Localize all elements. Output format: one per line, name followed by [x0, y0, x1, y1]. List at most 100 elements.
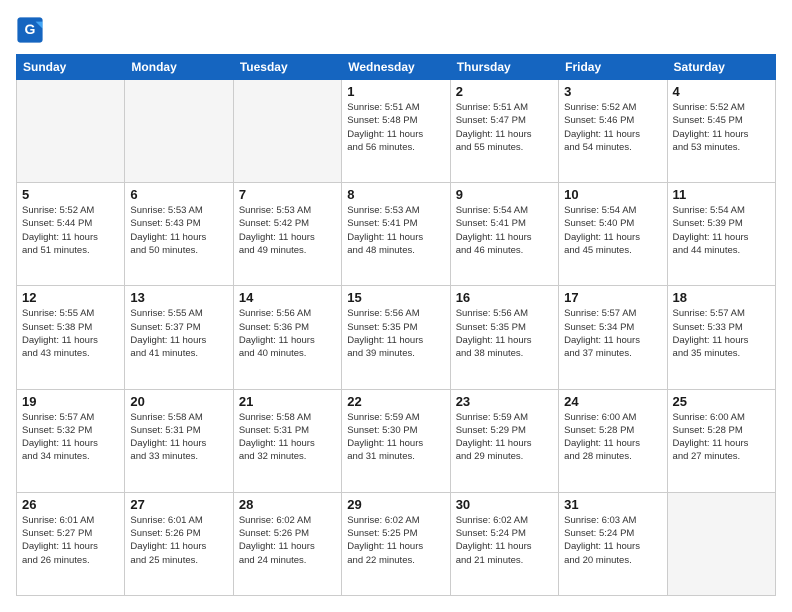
day-number: 5: [22, 187, 119, 202]
calendar-cell: [125, 80, 233, 183]
day-info: Sunrise: 5:53 AMSunset: 5:41 PMDaylight:…: [347, 204, 444, 257]
svg-text:G: G: [25, 21, 36, 37]
day-info: Sunrise: 6:01 AMSunset: 5:27 PMDaylight:…: [22, 514, 119, 567]
day-number: 23: [456, 394, 553, 409]
day-info: Sunrise: 6:00 AMSunset: 5:28 PMDaylight:…: [673, 411, 770, 464]
calendar-cell: 14 Sunrise: 5:56 AMSunset: 5:36 PMDayligh…: [233, 286, 341, 389]
calendar-cell: [17, 80, 125, 183]
calendar-cell: 27 Sunrise: 6:01 AMSunset: 5:26 PMDayligh…: [125, 492, 233, 595]
calendar-cell: 15 Sunrise: 5:56 AMSunset: 5:35 PMDayligh…: [342, 286, 450, 389]
day-number: 28: [239, 497, 336, 512]
calendar-cell: 23 Sunrise: 5:59 AMSunset: 5:29 PMDayligh…: [450, 389, 558, 492]
day-number: 8: [347, 187, 444, 202]
day-info: Sunrise: 6:03 AMSunset: 5:24 PMDaylight:…: [564, 514, 661, 567]
day-number: 9: [456, 187, 553, 202]
day-info: Sunrise: 5:57 AMSunset: 5:34 PMDaylight:…: [564, 307, 661, 360]
calendar-cell: 8 Sunrise: 5:53 AMSunset: 5:41 PMDaylight…: [342, 183, 450, 286]
day-number: 26: [22, 497, 119, 512]
calendar-cell: 2 Sunrise: 5:51 AMSunset: 5:47 PMDaylight…: [450, 80, 558, 183]
day-number: 18: [673, 290, 770, 305]
day-number: 13: [130, 290, 227, 305]
calendar-cell: 9 Sunrise: 5:54 AMSunset: 5:41 PMDaylight…: [450, 183, 558, 286]
page: G SundayMondayTuesdayWednesdayThursdayFr…: [0, 0, 792, 612]
calendar-cell: [233, 80, 341, 183]
calendar-table: SundayMondayTuesdayWednesdayThursdayFrid…: [16, 54, 776, 596]
day-info: Sunrise: 5:58 AMSunset: 5:31 PMDaylight:…: [239, 411, 336, 464]
calendar-cell: 29 Sunrise: 6:02 AMSunset: 5:25 PMDayligh…: [342, 492, 450, 595]
day-info: Sunrise: 5:52 AMSunset: 5:46 PMDaylight:…: [564, 101, 661, 154]
day-number: 25: [673, 394, 770, 409]
weekday-header-sunday: Sunday: [17, 55, 125, 80]
day-number: 2: [456, 84, 553, 99]
day-number: 12: [22, 290, 119, 305]
calendar-cell: 12 Sunrise: 5:55 AMSunset: 5:38 PMDayligh…: [17, 286, 125, 389]
week-row-2: 5 Sunrise: 5:52 AMSunset: 5:44 PMDaylight…: [17, 183, 776, 286]
day-info: Sunrise: 6:00 AMSunset: 5:28 PMDaylight:…: [564, 411, 661, 464]
day-info: Sunrise: 5:51 AMSunset: 5:48 PMDaylight:…: [347, 101, 444, 154]
day-number: 10: [564, 187, 661, 202]
calendar-cell: 11Sunrise: 5:54 AMSunset: 5:39 PMDayligh…: [667, 183, 775, 286]
day-info: Sunrise: 5:53 AMSunset: 5:42 PMDaylight:…: [239, 204, 336, 257]
day-info: Sunrise: 5:54 AMSunset: 5:41 PMDaylight:…: [456, 204, 553, 257]
day-number: 21: [239, 394, 336, 409]
day-number: 16: [456, 290, 553, 305]
day-number: 27: [130, 497, 227, 512]
day-number: 22: [347, 394, 444, 409]
calendar-cell: 24 Sunrise: 6:00 AMSunset: 5:28 PMDayligh…: [559, 389, 667, 492]
weekday-header-friday: Friday: [559, 55, 667, 80]
calendar-cell: 6Sunrise: 5:53 AMSunset: 5:43 PMDaylight…: [125, 183, 233, 286]
weekday-header-saturday: Saturday: [667, 55, 775, 80]
calendar-cell: 21 Sunrise: 5:58 AMSunset: 5:31 PMDayligh…: [233, 389, 341, 492]
day-info: Sunrise: 5:59 AMSunset: 5:30 PMDaylight:…: [347, 411, 444, 464]
day-number: 15: [347, 290, 444, 305]
calendar-cell: [667, 492, 775, 595]
weekday-header-wednesday: Wednesday: [342, 55, 450, 80]
day-info: Sunrise: 6:02 AMSunset: 5:24 PMDaylight:…: [456, 514, 553, 567]
calendar-cell: 13 Sunrise: 5:55 AMSunset: 5:37 PMDayligh…: [125, 286, 233, 389]
week-row-3: 12 Sunrise: 5:55 AMSunset: 5:38 PMDayligh…: [17, 286, 776, 389]
day-number: 17: [564, 290, 661, 305]
day-number: 24: [564, 394, 661, 409]
day-number: 4: [673, 84, 770, 99]
day-number: 31: [564, 497, 661, 512]
logo-icon: G: [16, 16, 44, 44]
day-info: Sunrise: 5:56 AMSunset: 5:35 PMDaylight:…: [347, 307, 444, 360]
day-number: 19: [22, 394, 119, 409]
week-row-5: 26 Sunrise: 6:01 AMSunset: 5:27 PMDayligh…: [17, 492, 776, 595]
calendar-cell: 22 Sunrise: 5:59 AMSunset: 5:30 PMDayligh…: [342, 389, 450, 492]
day-info: Sunrise: 5:56 AMSunset: 5:36 PMDaylight:…: [239, 307, 336, 360]
day-number: 7: [239, 187, 336, 202]
day-info: Sunrise: 6:02 AMSunset: 5:26 PMDaylight:…: [239, 514, 336, 567]
day-info: Sunrise: 6:02 AMSunset: 5:25 PMDaylight:…: [347, 514, 444, 567]
logo: G: [16, 16, 48, 44]
day-info: Sunrise: 5:57 AMSunset: 5:32 PMDaylight:…: [22, 411, 119, 464]
calendar-cell: 17 Sunrise: 5:57 AMSunset: 5:34 PMDayligh…: [559, 286, 667, 389]
day-info: Sunrise: 6:01 AMSunset: 5:26 PMDaylight:…: [130, 514, 227, 567]
day-info: Sunrise: 5:51 AMSunset: 5:47 PMDaylight:…: [456, 101, 553, 154]
day-info: Sunrise: 5:52 AMSunset: 5:45 PMDaylight:…: [673, 101, 770, 154]
day-info: Sunrise: 5:59 AMSunset: 5:29 PMDaylight:…: [456, 411, 553, 464]
calendar-cell: 26 Sunrise: 6:01 AMSunset: 5:27 PMDayligh…: [17, 492, 125, 595]
day-number: 14: [239, 290, 336, 305]
day-info: Sunrise: 5:55 AMSunset: 5:37 PMDaylight:…: [130, 307, 227, 360]
calendar-cell: 19 Sunrise: 5:57 AMSunset: 5:32 PMDayligh…: [17, 389, 125, 492]
day-info: Sunrise: 5:53 AMSunset: 5:43 PMDaylight:…: [130, 204, 227, 257]
day-number: 20: [130, 394, 227, 409]
weekday-header-row: SundayMondayTuesdayWednesdayThursdayFrid…: [17, 55, 776, 80]
day-info: Sunrise: 5:55 AMSunset: 5:38 PMDaylight:…: [22, 307, 119, 360]
calendar-cell: 7 Sunrise: 5:53 AMSunset: 5:42 PMDaylight…: [233, 183, 341, 286]
day-info: Sunrise: 5:52 AMSunset: 5:44 PMDaylight:…: [22, 204, 119, 257]
day-info: Sunrise: 5:54 AMSunset: 5:39 PMDaylight:…: [673, 204, 770, 257]
calendar-cell: 1Sunrise: 5:51 AMSunset: 5:48 PMDaylight…: [342, 80, 450, 183]
day-number: 29: [347, 497, 444, 512]
calendar-cell: 30Sunrise: 6:02 AMSunset: 5:24 PMDayligh…: [450, 492, 558, 595]
calendar-cell: 4 Sunrise: 5:52 AMSunset: 5:45 PMDaylight…: [667, 80, 775, 183]
weekday-header-monday: Monday: [125, 55, 233, 80]
day-number: 3: [564, 84, 661, 99]
header: G: [16, 16, 776, 44]
calendar-cell: 28 Sunrise: 6:02 AMSunset: 5:26 PMDayligh…: [233, 492, 341, 595]
week-row-4: 19 Sunrise: 5:57 AMSunset: 5:32 PMDayligh…: [17, 389, 776, 492]
calendar-cell: 5 Sunrise: 5:52 AMSunset: 5:44 PMDaylight…: [17, 183, 125, 286]
day-info: Sunrise: 5:57 AMSunset: 5:33 PMDaylight:…: [673, 307, 770, 360]
calendar-cell: 10Sunrise: 5:54 AMSunset: 5:40 PMDayligh…: [559, 183, 667, 286]
